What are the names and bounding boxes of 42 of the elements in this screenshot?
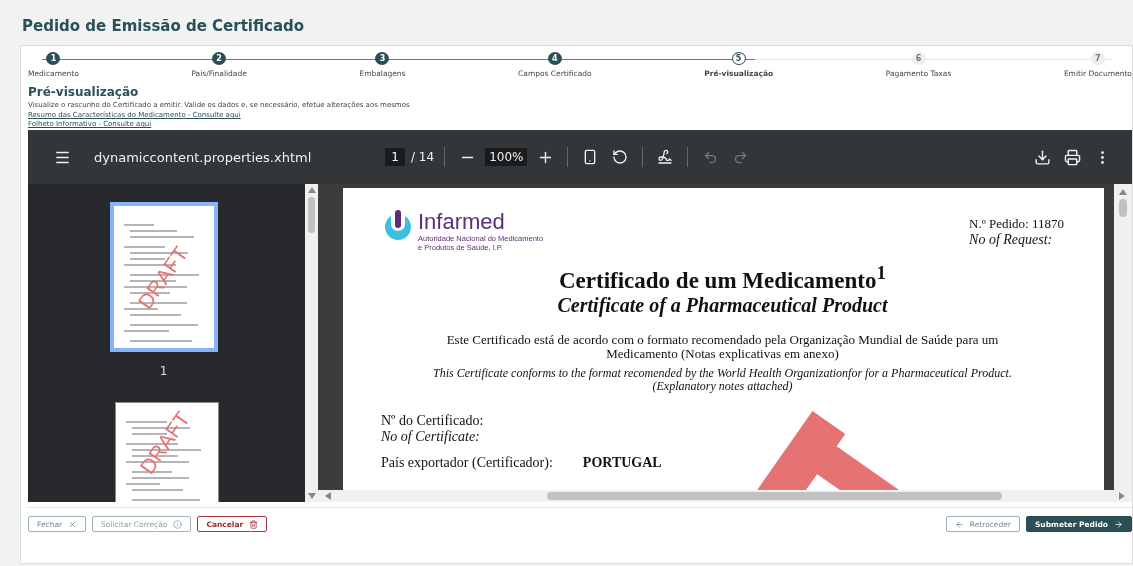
scroll-right-icon[interactable] — [1118, 492, 1126, 500]
scroll-up-icon[interactable] — [1119, 188, 1127, 196]
certificate-title: Certificado de um Medicamento$^{1}$ — [558, 262, 887, 294]
sidebar-scrollbar[interactable] — [305, 184, 318, 502]
horizontal-scrollbar[interactable] — [318, 490, 1132, 502]
page-input[interactable]: 1 — [385, 148, 405, 166]
step-number[interactable]: 4 — [547, 52, 562, 65]
scroll-down-icon[interactable] — [307, 492, 316, 500]
intro-text: Este Certificado está de acordo com o formato recomendado pela Organização Mundial de Saúde para um Medicamento (Notas explicativas em anexo) — [445, 332, 1000, 361]
step-number[interactable]: 2 — [212, 52, 227, 65]
thumbnail-number: 1 — [159, 364, 168, 378]
certificate-subtitle: Certificate of a Pharmaceutical Product — [556, 293, 889, 317]
file-name: dynamiccontent.properties.xhtml — [94, 149, 313, 165]
step-number[interactable]: 5 — [731, 52, 746, 65]
step-number[interactable]: 1 — [46, 52, 61, 65]
step-number[interactable]: 3 — [375, 52, 390, 65]
close-icon — [68, 519, 78, 529]
intro-text-english: This Certificate conforms to the format recomended by the World Health Organizationfor for a Pharmaceutical Product. (Explanatory notes attached) — [432, 366, 1013, 393]
request-number: 11870 — [1031, 216, 1064, 231]
certificate-label-english: No of Certificate: — [381, 428, 481, 445]
request-label-english: No of Request: — [969, 232, 1054, 248]
scrollbar-thumb[interactable] — [1119, 199, 1127, 217]
trash-icon — [249, 519, 259, 529]
scroll-up-icon[interactable] — [307, 186, 316, 194]
page-count: / 14 — [411, 150, 435, 164]
country-label: País exportador (Certificador): — [381, 454, 553, 471]
country-value: PORTUGAL — [582, 454, 662, 471]
request-label: N.º Pedido: — [969, 216, 1029, 231]
page-title: Pedido de Emissão de Certificado — [21, 16, 306, 37]
scrollbar-thumb[interactable] — [308, 197, 315, 233]
info-icon — [173, 519, 183, 529]
certificate-label: Nº do Certificado: — [381, 412, 485, 429]
section-heading: Pré-visualização — [28, 85, 140, 99]
step-number[interactable]: 6 — [911, 52, 926, 65]
arrow-right-icon — [1114, 519, 1123, 529]
scrollbar-thumb[interactable] — [547, 492, 1002, 500]
logo-name: Infarmed — [418, 210, 506, 234]
scroll-left-icon[interactable] — [324, 492, 332, 500]
page-scrollbar[interactable] — [1114, 184, 1132, 490]
zoom-level[interactable]: 100% — [485, 148, 528, 166]
step-number[interactable]: 7 — [1090, 52, 1105, 65]
arrow-left-icon — [954, 519, 964, 529]
